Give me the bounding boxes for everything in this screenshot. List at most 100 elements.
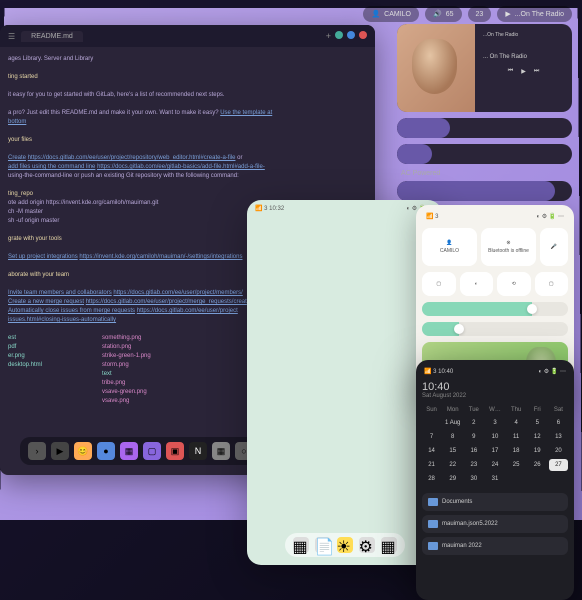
- mobile-dock: ▦ 📄 ☀ ⚙ ▦: [285, 533, 405, 557]
- music-widget[interactable]: ...On The Radio ... On The Radio ⏮ ▶ ⏭: [397, 24, 572, 112]
- calendar-day[interactable]: 14: [422, 445, 441, 457]
- mobile-device-dark[interactable]: 📶 3 10:40 ◐ ⚙ 🔋 ⋯ 10:40 Sat August 2022 …: [416, 360, 574, 600]
- calendar-day[interactable]: 12: [528, 431, 547, 443]
- calendar-day[interactable]: 10: [485, 431, 504, 443]
- calendar-day[interactable]: 18: [507, 445, 526, 457]
- bluetooth-tile[interactable]: ⊗Bluetooth is offline: [481, 228, 536, 266]
- calendar-day[interactable]: 8: [443, 431, 462, 443]
- calendar-day[interactable]: 2: [464, 417, 483, 429]
- calendar-day[interactable]: 22: [443, 459, 462, 471]
- speaker-icon: 🔊: [433, 10, 442, 18]
- clock-date: Sat August 2022: [422, 393, 568, 399]
- control-sliders: AC Powered: [397, 118, 572, 207]
- editor-tab[interactable]: README.md: [21, 31, 83, 42]
- file-item[interactable]: mauiman.json5.2022: [422, 515, 568, 533]
- user-tile[interactable]: 👤CAMILO: [422, 228, 477, 266]
- calendar-day[interactable]: 5: [528, 417, 547, 429]
- tile-2[interactable]: ◐: [460, 272, 494, 296]
- tile-4[interactable]: ▢: [535, 272, 569, 296]
- music-artist: ...On The Radio: [483, 32, 564, 38]
- tile-3[interactable]: ⟲: [497, 272, 531, 296]
- album-art: [397, 24, 475, 112]
- calendar-day[interactable]: 9: [464, 431, 483, 443]
- mic-tile[interactable]: 🎤: [540, 228, 568, 266]
- calendar-day[interactable]: 13: [549, 431, 568, 443]
- music-track: ... On The Radio: [483, 54, 564, 60]
- calendar-day[interactable]: 6: [549, 417, 568, 429]
- play-icon: ▶: [505, 10, 510, 18]
- mobile-statusbar: 📶 3 10:32 ◐ ⚙ 🔋 ⋯: [247, 200, 442, 216]
- folder-icon: [428, 542, 438, 550]
- calendar-day[interactable]: 31: [485, 473, 504, 485]
- calendar-day[interactable]: 29: [443, 473, 462, 485]
- calendar-day[interactable]: 4: [507, 417, 526, 429]
- calendar-day[interactable]: [507, 473, 526, 485]
- mobile-device-light[interactable]: 📶 3 10:32 ◐ ⚙ 🔋 ⋯ ▦ 📄 ☀ ⚙ ▦: [247, 200, 442, 565]
- dock-app-2[interactable]: ▶: [51, 442, 69, 460]
- dark-statusbar: 📶 3 10:40 ◐ ⚙ 🔋 ⋯: [422, 366, 568, 377]
- nowplaying-pill[interactable]: ▶...On The Radio: [497, 6, 572, 22]
- panel-status-icons: ◐ ⚙ 🔋 ⋯: [537, 213, 564, 220]
- power-slider[interactable]: [397, 181, 572, 201]
- maximize-dot[interactable]: [347, 31, 355, 39]
- calendar-day[interactable]: 23: [464, 459, 483, 471]
- calendar-widget[interactable]: SunMonTueW…ThuFriSat 1 Aug23456789101112…: [422, 407, 568, 485]
- calendar-day[interactable]: 28: [422, 473, 441, 485]
- ac-label: AC Powered: [397, 170, 572, 177]
- mobile-app-5[interactable]: ▦: [381, 537, 397, 553]
- mobile-app-4[interactable]: ⚙: [359, 537, 375, 553]
- minimize-dot[interactable]: [335, 31, 343, 39]
- system-topbar: 👤CAMILO 🔊65 23 ▶...On The Radio: [363, 6, 572, 22]
- calendar-day[interactable]: [528, 473, 547, 485]
- tile-1[interactable]: ▢: [422, 272, 456, 296]
- dock-app-6[interactable]: ▢: [143, 442, 161, 460]
- calendar-day[interactable]: 24: [485, 459, 504, 471]
- user-icon: 👤: [426, 240, 473, 246]
- clock-time: 10:40: [422, 381, 568, 393]
- user-pill[interactable]: 👤CAMILO: [363, 6, 419, 22]
- mobile-app-3[interactable]: ☀: [337, 537, 353, 553]
- hamburger-icon[interactable]: ☰: [8, 32, 15, 41]
- close-dot[interactable]: [359, 31, 367, 39]
- calendar-day[interactable]: 17: [485, 445, 504, 457]
- calendar-day[interactable]: 11: [507, 431, 526, 443]
- dock-app-7[interactable]: ▣: [166, 442, 184, 460]
- dock-app-5[interactable]: ▦: [120, 442, 138, 460]
- brightness-slider[interactable]: [397, 144, 572, 164]
- editor-dock: › ▶ 😊 ● ▦ ▢ ▣ N ▦ ○: [20, 437, 261, 465]
- prev-icon[interactable]: ⏮: [508, 68, 513, 75]
- add-tab-icon[interactable]: +: [326, 31, 331, 41]
- dock-app-8[interactable]: N: [189, 442, 207, 460]
- file-item[interactable]: Documents: [422, 493, 568, 511]
- calendar-day[interactable]: 26: [528, 459, 547, 471]
- dock-app-9[interactable]: ▦: [212, 442, 230, 460]
- dock-app-4[interactable]: ●: [97, 442, 115, 460]
- file-item[interactable]: mauiman 2022: [422, 537, 568, 555]
- calendar-day[interactable]: 19: [528, 445, 547, 457]
- volume-pill[interactable]: 🔊65: [425, 6, 462, 22]
- light-volume-slider[interactable]: [422, 302, 568, 316]
- calendar-day[interactable]: 27: [549, 459, 568, 471]
- calendar-day[interactable]: 7: [422, 431, 441, 443]
- calendar-day[interactable]: 30: [464, 473, 483, 485]
- mobile-app-1[interactable]: ▦: [293, 537, 309, 553]
- play-icon[interactable]: ▶: [521, 68, 526, 75]
- dock-app-3[interactable]: 😊: [74, 442, 92, 460]
- dock-app-1[interactable]: ›: [28, 442, 46, 460]
- light-brightness-slider[interactable]: [422, 322, 568, 336]
- calendar-day[interactable]: [422, 417, 441, 429]
- calendar-day[interactable]: 25: [507, 459, 526, 471]
- file-list: Documents mauiman.json5.2022 mauiman 202…: [422, 493, 568, 555]
- battery-pill[interactable]: 23: [468, 6, 492, 22]
- calendar-day[interactable]: 21: [422, 459, 441, 471]
- calendar-day[interactable]: 15: [443, 445, 462, 457]
- calendar-day[interactable]: 1 Aug: [443, 417, 462, 429]
- calendar-day[interactable]: [549, 473, 568, 485]
- calendar-day[interactable]: 20: [549, 445, 568, 457]
- calendar-day[interactable]: 16: [464, 445, 483, 457]
- volume-slider[interactable]: [397, 118, 572, 138]
- mobile-app-2[interactable]: 📄: [315, 537, 331, 553]
- calendar-day[interactable]: 3: [485, 417, 504, 429]
- editor-tabbar: ☰ README.md +: [0, 25, 375, 47]
- next-icon[interactable]: ⏭: [534, 68, 539, 75]
